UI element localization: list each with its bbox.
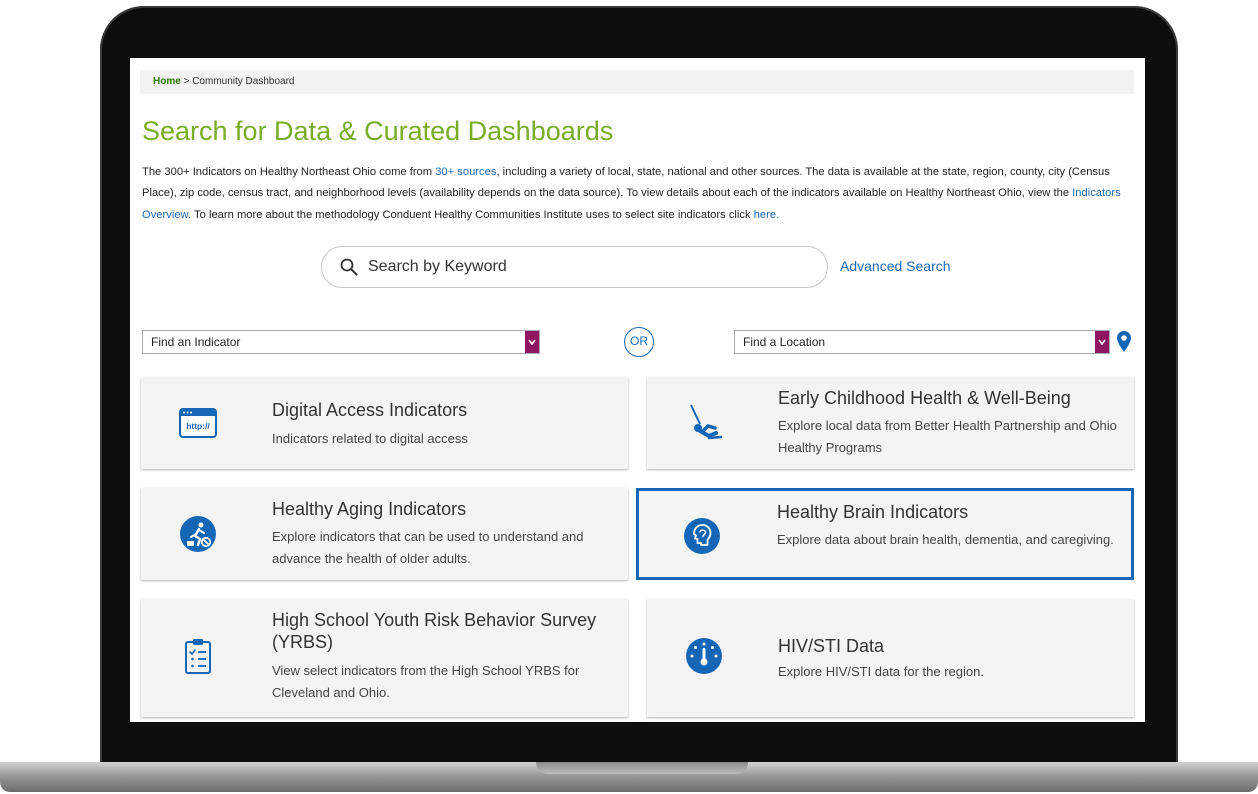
browser-icon-text: http:// bbox=[186, 421, 210, 431]
card-description: Explore indicators that can be used to u… bbox=[272, 529, 584, 566]
card-description: Explore HIV/STI data for the region. bbox=[778, 664, 984, 679]
page-title: Search for Data & Curated Dashboards bbox=[142, 116, 614, 146]
breadcrumb: Home > Community Dashboard bbox=[140, 70, 1134, 94]
card-title: High School Youth Risk Behavior Survey (… bbox=[272, 610, 597, 652]
search-icon bbox=[340, 258, 358, 276]
find-indicator-value: Find an Indicator bbox=[151, 335, 241, 349]
laptop-notch bbox=[536, 762, 748, 774]
card-healthy-brain[interactable]: Healthy Brain Indicators Explore data ab… bbox=[636, 488, 1134, 580]
search-input[interactable] bbox=[366, 257, 790, 277]
card-description: View select indicators from the High Sch… bbox=[272, 663, 580, 700]
card-title: Healthy Aging Indicators bbox=[272, 499, 467, 519]
advanced-search-link[interactable]: Advanced Search bbox=[840, 258, 951, 274]
intro-text-1: The 300+ Indicators on Healthy Northeast… bbox=[142, 166, 436, 178]
breadcrumb-current: Community Dashboard bbox=[192, 76, 295, 87]
card-title: Healthy Brain Indicators bbox=[777, 502, 969, 522]
find-location-value: Find a Location bbox=[743, 335, 826, 349]
find-indicator-select[interactable]: Find an Indicator bbox=[142, 330, 540, 354]
card-description: Explore local data from Better Health Pa… bbox=[778, 418, 1117, 455]
swing-icon bbox=[690, 404, 723, 440]
intro-paragraph: The 300+ Indicators on Healthy Northeast… bbox=[142, 162, 1127, 226]
methodology-here-link[interactable]: here. bbox=[754, 209, 780, 221]
breadcrumb-home-link[interactable]: Home bbox=[153, 76, 181, 87]
search-box[interactable] bbox=[321, 246, 828, 288]
card-healthy-aging[interactable]: Healthy Aging Indicators Explore indicat… bbox=[141, 488, 628, 580]
breadcrumb-separator: > bbox=[183, 76, 190, 87]
brain-icon bbox=[684, 518, 720, 554]
find-location-select[interactable]: Find a Location bbox=[734, 330, 1110, 354]
clipboard-icon bbox=[185, 639, 211, 674]
intro-text-3: To learn more about the methodology Cond… bbox=[191, 208, 754, 221]
browser-icon: http:// bbox=[179, 408, 217, 438]
card-description: Indicators related to digital access bbox=[272, 431, 468, 446]
or-badge: OR bbox=[624, 327, 654, 357]
chevron-down-icon[interactable] bbox=[525, 331, 539, 353]
card-hiv-sti[interactable]: HIV/STI Data Explore HIV/STI data for th… bbox=[647, 599, 1134, 717]
screen: Home > Community Dashboard Search for Da… bbox=[130, 58, 1145, 722]
chevron-down-icon[interactable] bbox=[1095, 331, 1109, 353]
card-digital-access[interactable]: http:// Digital Access Indicators Indica… bbox=[141, 377, 628, 469]
card-title: HIV/STI Data bbox=[778, 636, 885, 656]
card-early-childhood[interactable]: Early Childhood Health & Well-Being Expl… bbox=[647, 377, 1134, 469]
gauge-icon bbox=[686, 638, 722, 674]
card-yrbs[interactable]: High School Youth Risk Behavior Survey (… bbox=[141, 599, 628, 717]
active-aging-icon bbox=[180, 516, 216, 552]
card-title: Early Childhood Health & Well-Being bbox=[778, 388, 1071, 408]
card-description: Explore data about brain health, dementi… bbox=[777, 532, 1114, 547]
location-pin-icon[interactable] bbox=[1116, 330, 1132, 354]
card-title: Digital Access Indicators bbox=[272, 400, 468, 420]
sources-link[interactable]: 30+ sources bbox=[435, 166, 496, 178]
